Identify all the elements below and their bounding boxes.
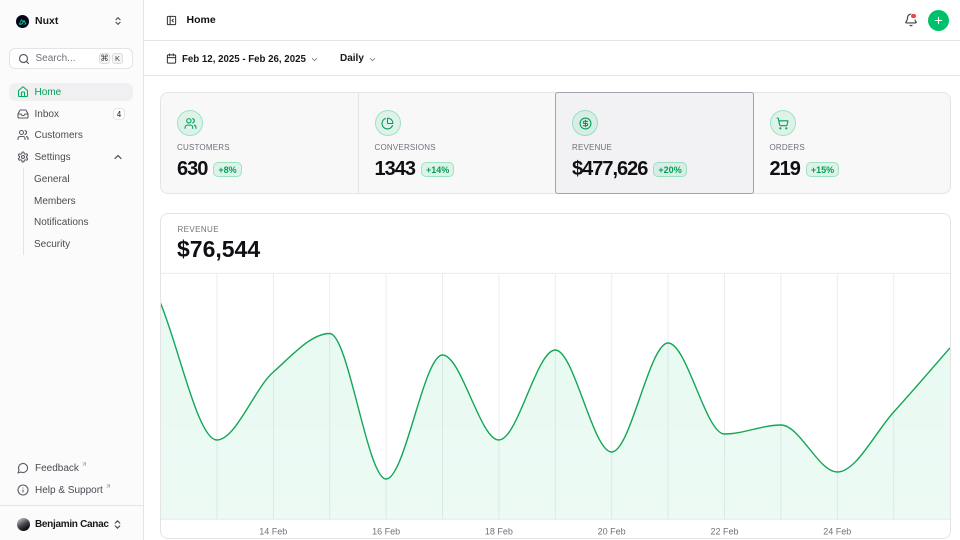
- svg-text:24 Feb: 24 Feb: [823, 527, 851, 537]
- svg-text:14 Feb: 14 Feb: [259, 527, 287, 537]
- svg-text:22 Feb: 22 Feb: [710, 527, 738, 537]
- svg-text:16 Feb: 16 Feb: [372, 527, 400, 537]
- svg-text:20 Feb: 20 Feb: [598, 527, 626, 537]
- svg-text:18 Feb: 18 Feb: [485, 527, 513, 537]
